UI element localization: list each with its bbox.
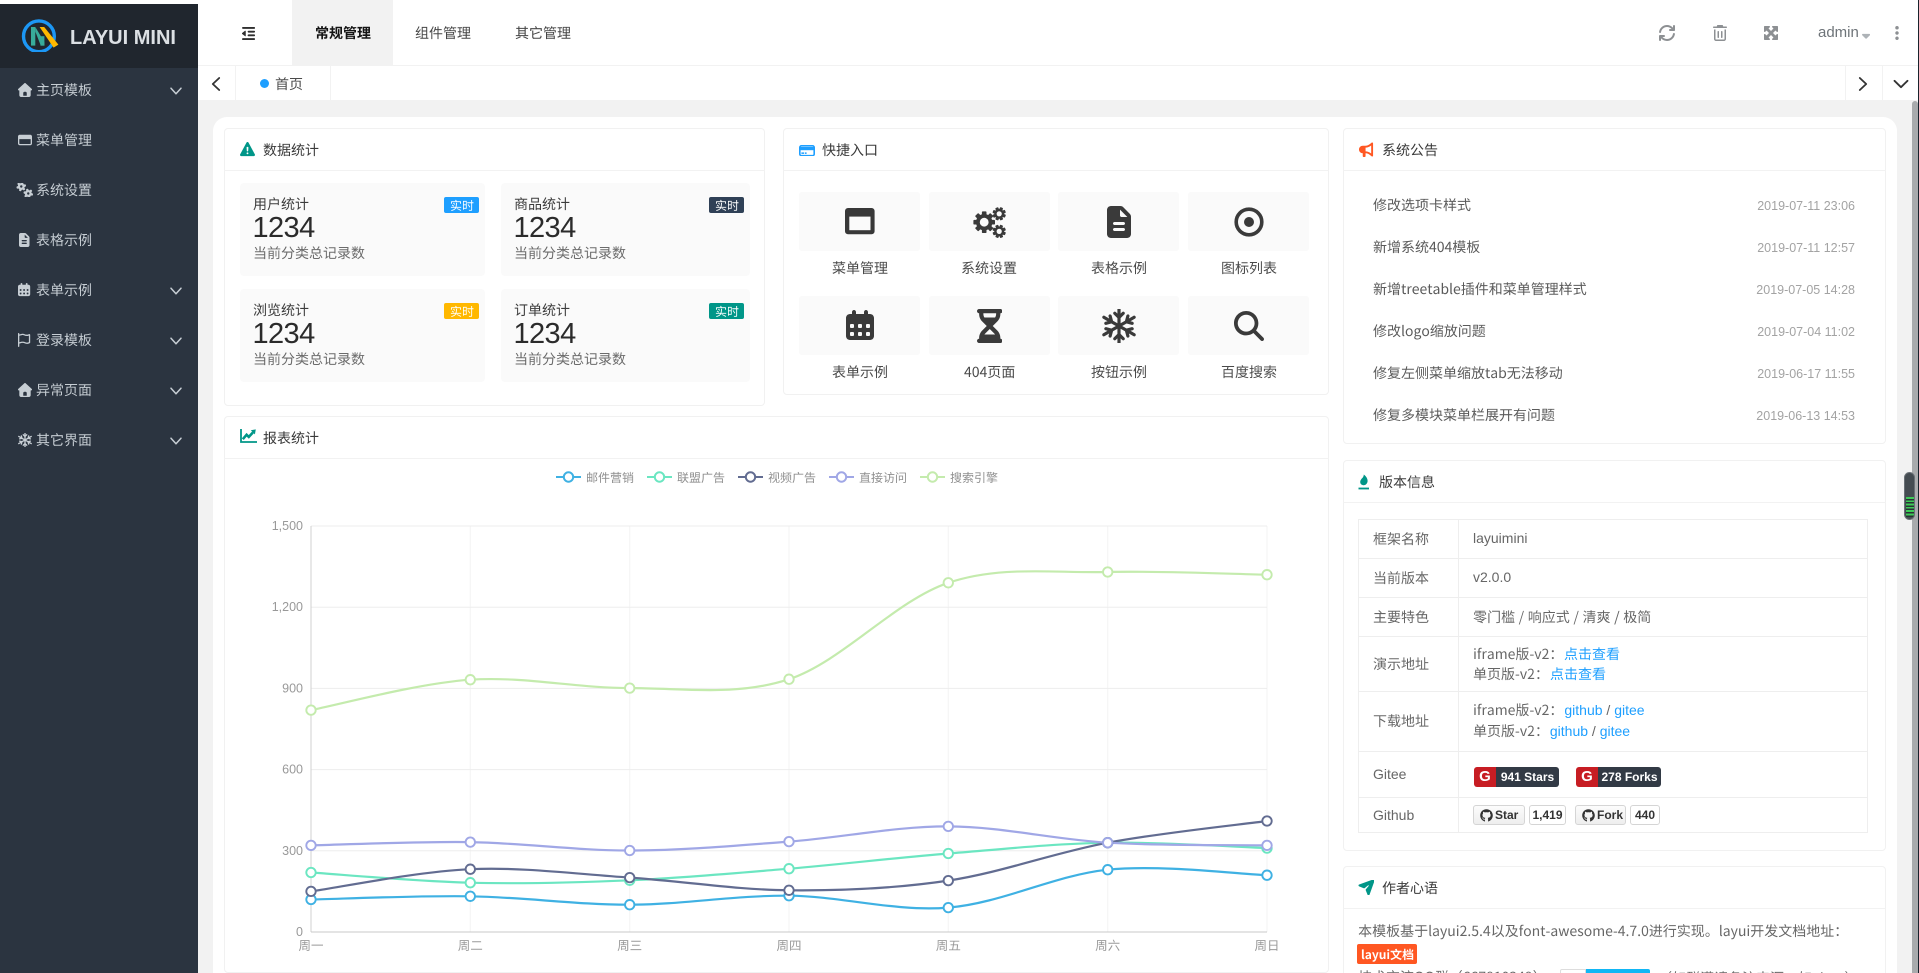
svg-text:300: 300 [282,844,303,858]
svg-text:1,500: 1,500 [272,519,303,533]
svg-text:0: 0 [296,925,303,939]
svg-text:1,200: 1,200 [272,600,303,614]
svg-text:900: 900 [282,681,303,695]
svg-text:600: 600 [282,763,303,777]
